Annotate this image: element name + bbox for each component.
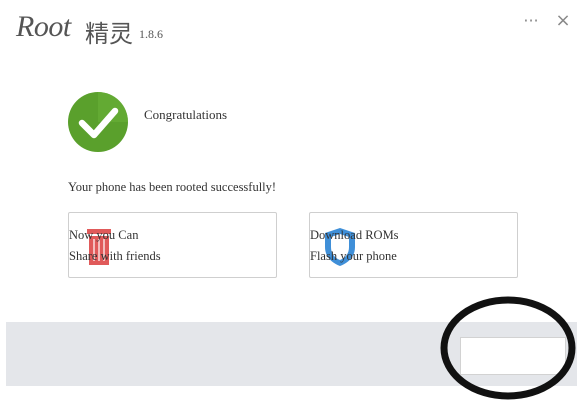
- share-card-line2: Share with friends: [69, 249, 161, 263]
- app-logo-text: Root: [16, 10, 71, 43]
- share-card[interactable]: Now you Can Share with friends: [68, 212, 277, 278]
- share-card-line1: Now you Can: [69, 228, 139, 242]
- check-circle-icon: [67, 91, 129, 153]
- close-button[interactable]: ×: [554, 11, 572, 31]
- download-card-line1: Download ROMs: [310, 228, 399, 242]
- annotation-circle: [439, 295, 577, 407]
- menu-button[interactable]: ···: [522, 12, 540, 30]
- download-card-line2: Flash your phone: [310, 249, 397, 263]
- app-logo-cn: 精灵: [85, 20, 133, 48]
- status-title: Congratulations: [144, 107, 228, 122]
- app-version: 1.8.6: [139, 27, 163, 41]
- download-roms-card[interactable]: Download ROMs Flash your phone: [309, 212, 518, 278]
- status-message: Your phone has been rooted successfully!: [68, 180, 277, 194]
